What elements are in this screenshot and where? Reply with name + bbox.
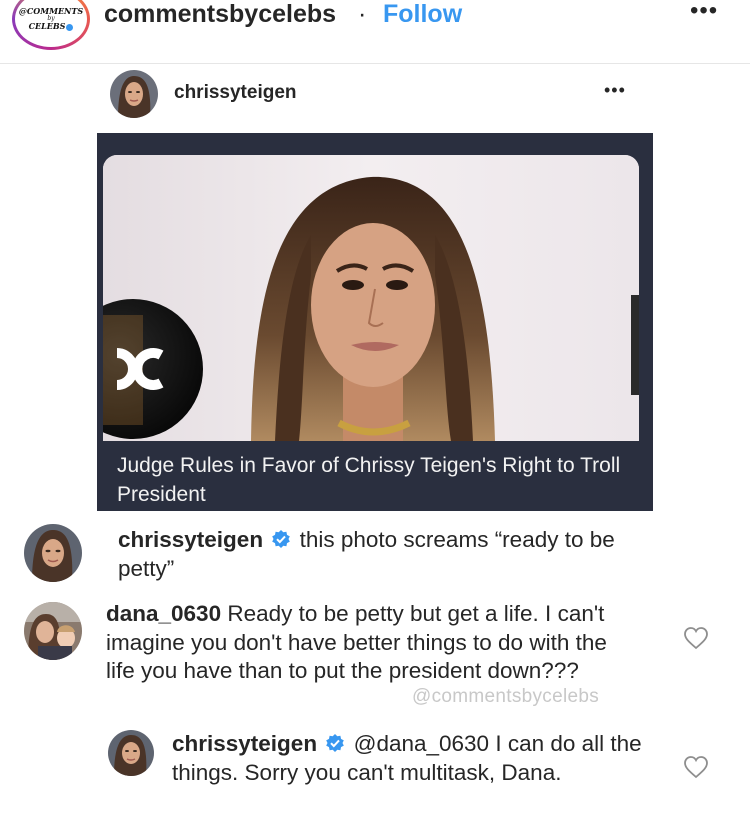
comment-username[interactable]: dana_0630 [106,601,221,626]
logo-text-bottom: CELEBS [29,22,74,31]
account-avatar[interactable]: @COMMENTS by CELEBS [12,0,90,50]
comment-avatar[interactable] [24,602,82,660]
news-photo [103,155,639,441]
logo-verified-icon [66,23,74,31]
news-headline: Judge Rules in Favor of Chrissy Teigen's… [117,454,621,506]
follow-button[interactable]: Follow [383,0,462,28]
verified-badge-icon [272,530,291,548]
post-more-icon[interactable]: ••• [604,80,626,101]
reply-comment: chrissyteigen @dana_0630 I can do all th… [172,730,642,787]
account-logo: @COMMENTS by CELEBS [15,0,87,47]
account-name[interactable]: commentsbycelebs [104,0,336,28]
more-options-icon[interactable]: ••• [690,0,718,23]
comment-username[interactable]: chrissyteigen [172,731,317,756]
verified-badge-icon [326,734,345,752]
mention-link[interactable]: @dana_0630 [354,731,489,756]
comment: chrissyteigen this photo screams “ready … [118,526,638,583]
heart-icon[interactable] [683,755,709,779]
heart-icon[interactable] [683,626,709,650]
watermark: @commentsbycelebs [412,686,600,707]
separator-dot: · [358,0,367,28]
comment-avatar[interactable] [24,524,82,582]
poster-avatar[interactable] [110,70,158,118]
poster-username[interactable]: chrissyteigen [174,82,297,104]
comment-username[interactable]: chrissyteigen [118,527,263,552]
post-header: @COMMENTS by CELEBS commentsbycelebs · F… [0,0,750,64]
reply-avatar[interactable] [108,730,154,776]
comment: dana_0630 Ready to be petty but get a li… [106,600,636,686]
news-card[interactable]: Judge Rules in Favor of Chrissy Teigen's… [97,133,653,511]
